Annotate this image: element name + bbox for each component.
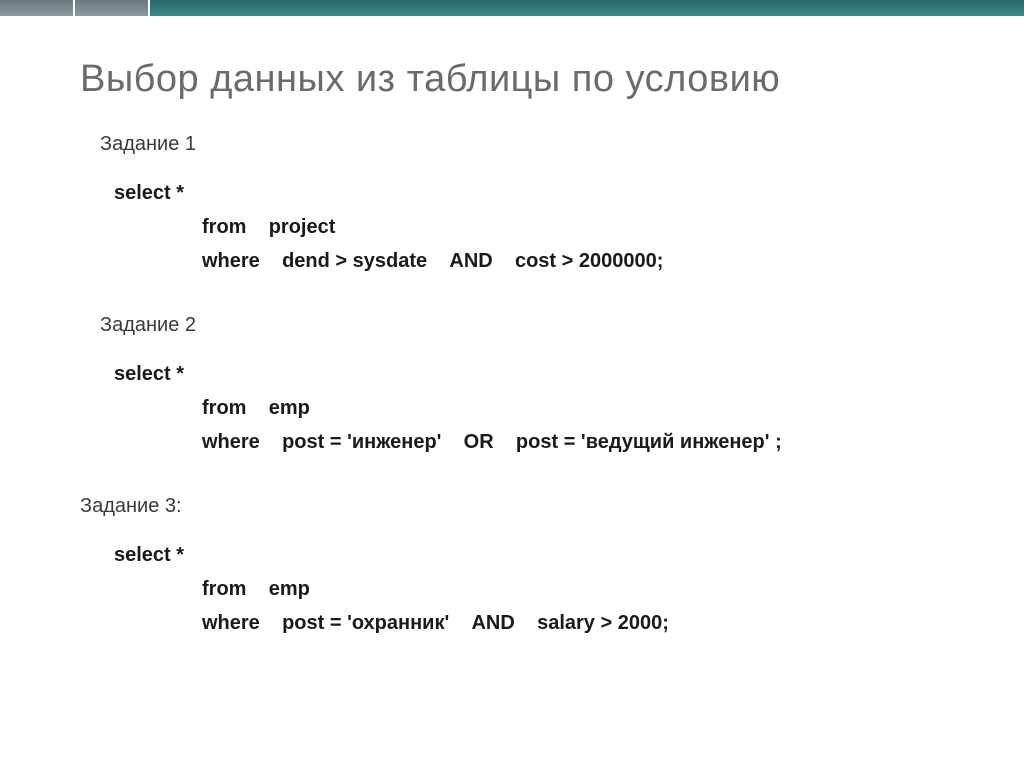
top-bar-segment (75, 0, 150, 16)
where-keyword: where (202, 431, 260, 453)
task-block-3: Задание 3: select * from emp where post … (80, 495, 964, 640)
condition: post = 'ведущий инженер' ; (516, 431, 782, 453)
task-label: Задание 2 (100, 314, 964, 337)
table-name: emp (269, 578, 310, 600)
from-keyword: from (202, 216, 246, 238)
code-line: from emp (202, 391, 964, 425)
select-keyword: select * (114, 363, 184, 385)
code-line: select * (114, 538, 964, 572)
task-label: Задание 3: (80, 495, 964, 518)
task-label: Задание 1 (100, 133, 964, 156)
code-line: select * (114, 176, 964, 210)
code-line: where post = 'инженер' OR post = 'ведущи… (202, 425, 964, 459)
where-keyword: where (202, 250, 260, 272)
and-keyword: AND (449, 250, 492, 272)
table-name: emp (269, 397, 310, 419)
code-line: from emp (202, 572, 964, 606)
task-block-2: Задание 2 select * from emp where post =… (80, 314, 964, 459)
sql-code: select * from project where dend > sysda… (114, 176, 964, 278)
condition: cost > 2000000; (515, 250, 663, 272)
code-line: from project (202, 210, 964, 244)
select-keyword: select * (114, 182, 184, 204)
top-bar-segment (150, 0, 1024, 16)
top-bar-segment (0, 0, 75, 16)
slide-content: Выбор данных из таблицы по условию Задан… (0, 16, 1024, 640)
condition: dend > sysdate (282, 250, 427, 272)
where-keyword: where (202, 612, 260, 634)
from-keyword: from (202, 397, 246, 419)
or-keyword: OR (464, 431, 494, 453)
code-line: where dend > sysdate AND cost > 2000000; (202, 244, 964, 278)
condition: salary > 2000; (537, 612, 669, 634)
condition: post = 'охранник' (282, 612, 449, 634)
task-block-1: Задание 1 select * from project where de… (80, 133, 964, 278)
code-line: select * (114, 357, 964, 391)
slide-title: Выбор данных из таблицы по условию (80, 58, 964, 101)
from-keyword: from (202, 578, 246, 600)
and-keyword: AND (471, 612, 514, 634)
condition: post = 'инженер' (282, 431, 441, 453)
table-name: project (269, 216, 336, 238)
sql-code: select * from emp where post = 'инженер'… (114, 357, 964, 459)
sql-code: select * from emp where post = 'охранник… (114, 538, 964, 640)
select-keyword: select * (114, 544, 184, 566)
slide-top-bar (0, 0, 1024, 16)
code-line: where post = 'охранник' AND salary > 200… (202, 606, 964, 640)
